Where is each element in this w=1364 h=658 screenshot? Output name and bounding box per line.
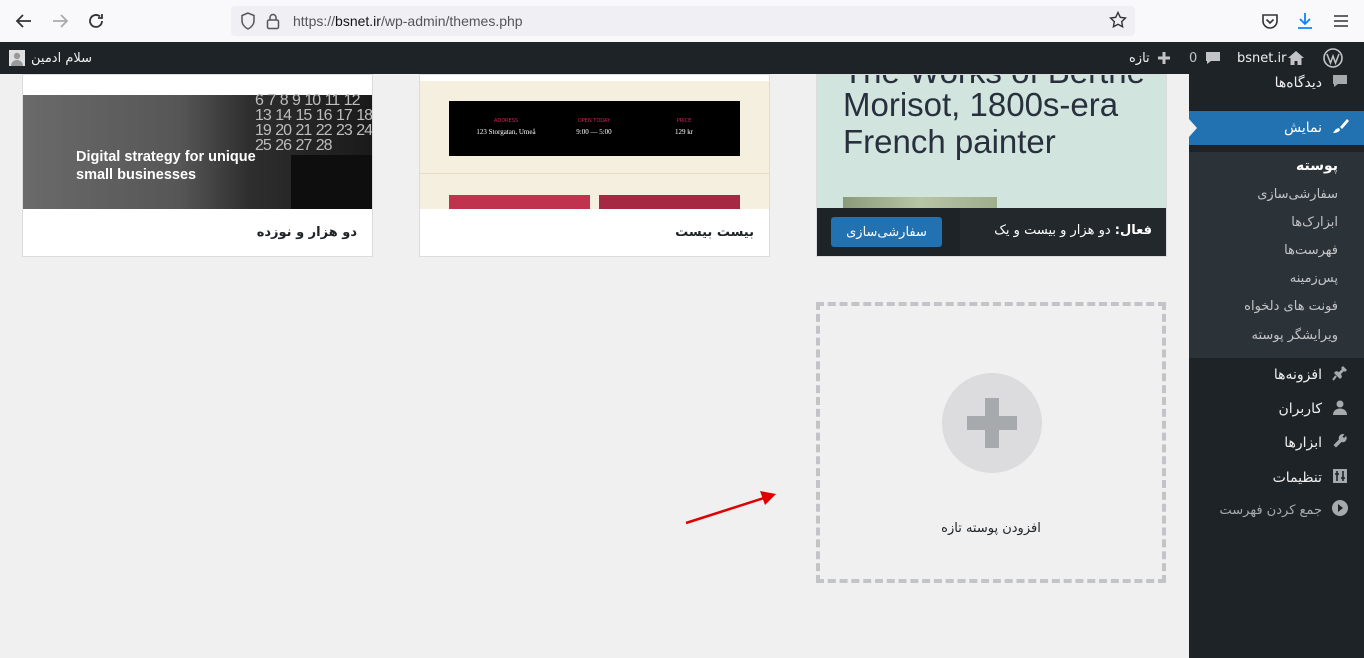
reload-icon[interactable] <box>84 9 108 33</box>
active-menu-pointer <box>1189 119 1197 137</box>
bookmark-star-icon[interactable] <box>1108 10 1128 33</box>
add-new-theme-label[interactable]: افزودن پوسته تازه <box>820 521 1162 536</box>
customize-button[interactable]: سفارشی‌سازی <box>831 217 942 247</box>
preview-text: Digital strategy for unique small busine… <box>76 149 256 183</box>
submenu-item-background[interactable]: پس‌زمینه <box>1290 271 1338 286</box>
active-theme-bar: فعال: دو هزار و بیست و یک سفارشی‌سازی <box>817 208 1166 256</box>
browser-toolbar: https://bsnet.ir/wp-admin/themes.php <box>0 0 1364 43</box>
sidebar-item-tools[interactable]: ابزارها <box>1189 426 1364 460</box>
theme-name: دو هزار و نوزده <box>256 224 357 240</box>
preview-block <box>449 195 590 209</box>
comment-icon <box>1330 73 1350 93</box>
menu-icon[interactable] <box>1329 9 1353 33</box>
new-content-link[interactable]: تازه <box>1129 42 1150 74</box>
appearance-submenu: پوسته سفارشی‌سازی ابزارک‌ها فهرست‌ها پس‌… <box>1189 152 1364 358</box>
submenu-item-custom-fonts[interactable]: فونت های دلخواه <box>1244 299 1338 314</box>
submenu-item-themes[interactable]: پوسته <box>1296 158 1338 174</box>
preview-block <box>599 195 740 209</box>
admin-sidebar: دیدگاه‌ها نمایش پوسته سفارشی‌سازی ابزارک… <box>1189 74 1364 658</box>
preview-info-bar: ADDRESS 123 Storgatan, Umeå OPEN TODAY 9… <box>449 101 740 156</box>
downloads-icon[interactable] <box>1293 9 1317 33</box>
sidebar-item-users[interactable]: کاربران <box>1189 392 1364 426</box>
submenu-item-customize[interactable]: سفارشی‌سازی <box>1257 187 1338 202</box>
plugin-icon <box>1330 365 1350 385</box>
sidebar-item-appearance[interactable]: نمایش <box>1189 111 1364 145</box>
avatar[interactable] <box>9 42 25 74</box>
address-bar[interactable]: https://bsnet.ir/wp-admin/themes.php <box>231 6 1135 36</box>
sidebar-item-plugins[interactable]: افزونه‌ها <box>1189 358 1364 392</box>
url-text: https://bsnet.ir/wp-admin/themes.php <box>293 13 523 29</box>
sidebar-item-comments[interactable]: دیدگاه‌ها <box>1189 66 1364 100</box>
sidebar-item-settings[interactable]: تنظیمات <box>1189 461 1364 495</box>
submenu-item-menus[interactable]: فهرست‌ها <box>1284 243 1338 258</box>
theme-screenshot: The Works of Berthe Morisot, 1800s-era F… <box>817 75 1166 209</box>
settings-sliders-icon <box>1330 468 1350 488</box>
preview-dark-block <box>291 155 372 209</box>
wrench-icon <box>1330 433 1350 453</box>
pocket-icon[interactable] <box>1258 9 1282 33</box>
submenu-item-theme-editor[interactable]: ویرایشگر پوسته <box>1252 328 1339 343</box>
paintbrush-icon <box>1330 117 1350 139</box>
forward-arrow-icon[interactable] <box>48 9 72 33</box>
lock-icon[interactable] <box>266 12 280 34</box>
theme-screenshot: ADDRESS 123 Storgatan, Umeå OPEN TODAY 9… <box>420 81 769 209</box>
collapse-arrow-icon <box>1330 499 1350 521</box>
theme-card-twenty-twenty[interactable]: ADDRESS 123 Storgatan, Umeå OPEN TODAY 9… <box>419 74 770 257</box>
theme-card-twenty-nineteen[interactable]: Digital strategy for unique small busine… <box>22 74 373 257</box>
collapse-menu-button[interactable]: جمع کردن فهرست <box>1189 493 1364 527</box>
annotation-arrow-icon <box>685 491 776 525</box>
wp-admin-bar: bsnet.ir 0 تازه سلام ادمین <box>0 42 1364 74</box>
preview-heading: Morisot, 1800s-era French painter <box>843 86 1119 160</box>
theme-name: بیست بیست <box>675 224 754 240</box>
preview-calendar: 6 7 8 9 10 11 12 13 14 15 16 17 18 19 20… <box>255 92 373 154</box>
add-new-theme-card[interactable]: افزودن پوسته تازه <box>816 302 1166 583</box>
active-theme-label: فعال: دو هزار و بیست و یک <box>994 223 1152 238</box>
back-arrow-icon[interactable] <box>12 9 36 33</box>
greeting-text[interactable]: سلام ادمین <box>31 42 92 74</box>
theme-card-active[interactable]: The Works of Berthe Morisot, 1800s-era F… <box>816 74 1167 257</box>
plus-icon[interactable] <box>942 373 1042 473</box>
shield-icon[interactable] <box>240 12 256 34</box>
plus-icon[interactable] <box>1157 42 1171 74</box>
theme-screenshot: Digital strategy for unique small busine… <box>23 92 373 209</box>
user-icon <box>1330 399 1350 419</box>
submenu-item-widgets[interactable]: ابزارک‌ها <box>1291 215 1338 230</box>
